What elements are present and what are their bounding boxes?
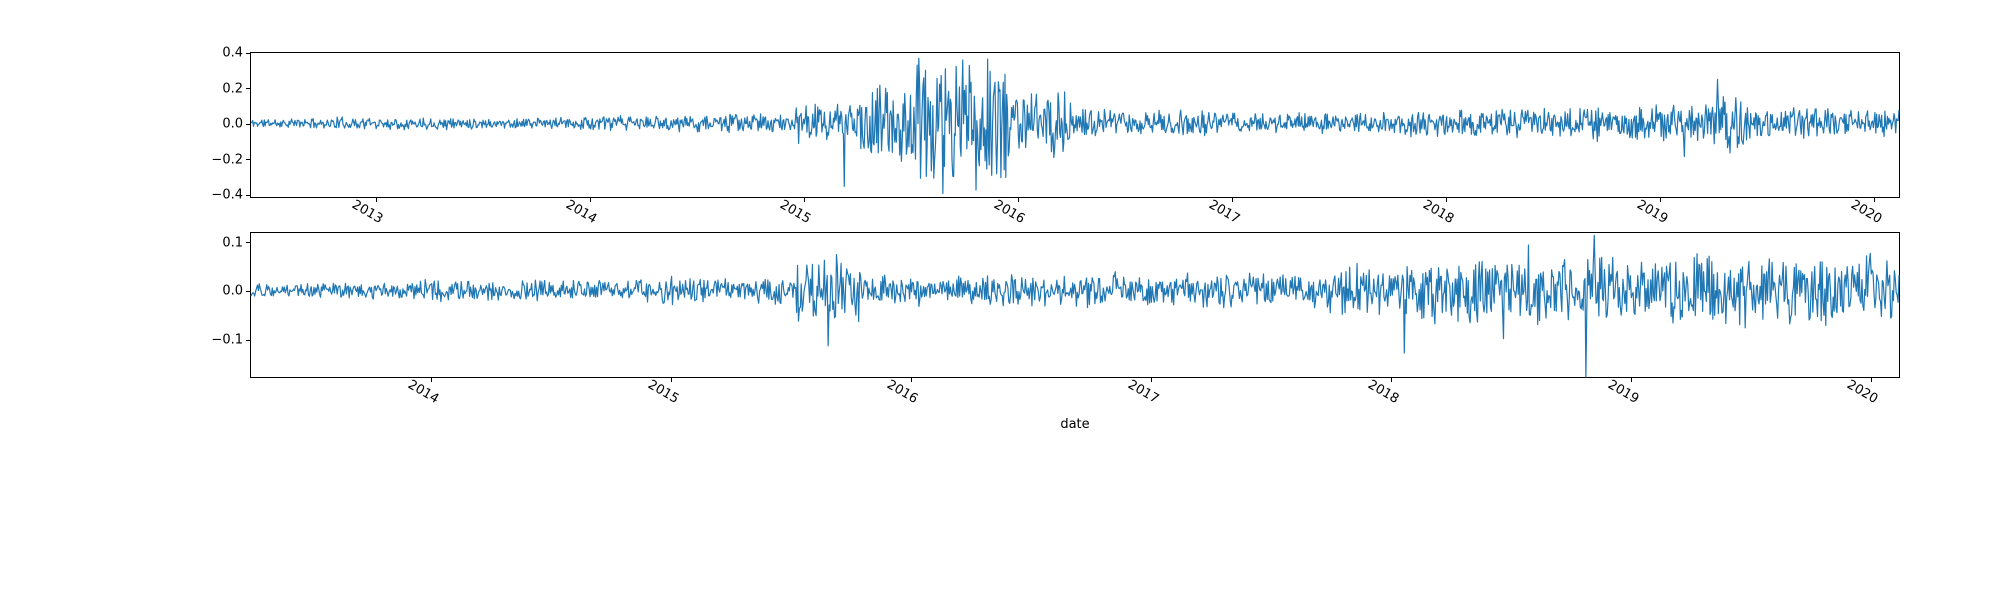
x-axis-label: date — [1060, 377, 1089, 432]
y-tick-label: −0.1 — [211, 333, 251, 348]
y-tick-label: 0.0 — [222, 117, 251, 132]
axes-top: −0.4−0.20.00.20.420132014201520162017201… — [250, 52, 1900, 198]
y-tick-label: 0.0 — [222, 284, 251, 299]
y-tick-label: 0.2 — [222, 81, 251, 96]
y-tick-label: −0.2 — [211, 152, 251, 167]
line-series-top — [251, 53, 1899, 197]
figure: −0.4−0.20.00.20.420132014201520162017201… — [0, 0, 2000, 600]
axes-bottom: date −0.10.00.12014201520162017201820192… — [250, 232, 1900, 378]
y-tick-label: 0.1 — [222, 235, 251, 250]
y-tick-label: 0.4 — [222, 46, 251, 61]
line-series-bottom — [251, 233, 1899, 377]
y-tick-label: −0.4 — [211, 188, 251, 203]
